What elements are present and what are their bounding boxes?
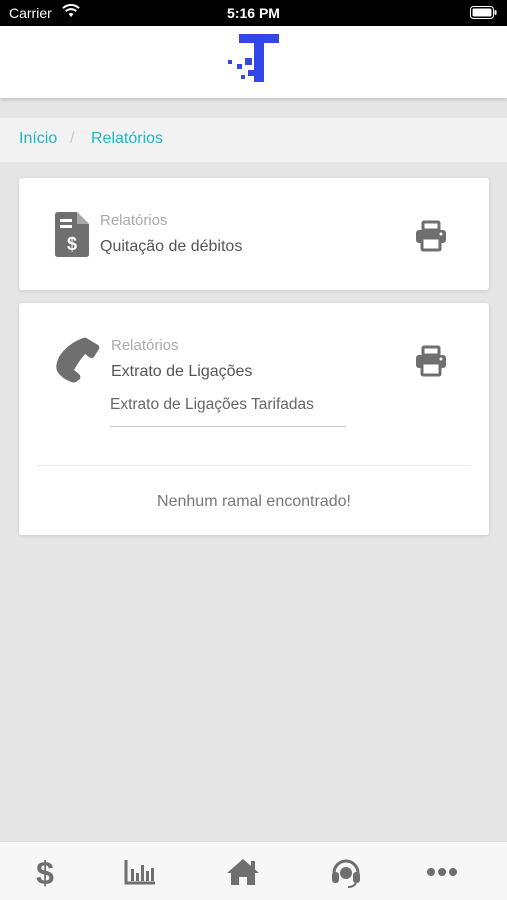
report-type-select[interactable]: Extrato de Ligações Tarifadas: [110, 393, 346, 427]
app-header: [0, 26, 507, 98]
status-bar: Carrier 5:16 PM: [0, 0, 507, 26]
svg-text:$: $: [36, 855, 54, 889]
phone-icon: [55, 337, 101, 388]
breadcrumb-separator: /: [70, 130, 75, 147]
empty-state-message: Nenhum ramal encontrado!: [157, 493, 351, 510]
tab-financeiro[interactable]: $: [25, 852, 65, 892]
status-time: 5:16 PM: [227, 5, 280, 21]
print-button[interactable]: [415, 220, 447, 252]
print-icon: [416, 220, 446, 252]
breadcrumb: Início / Relatórios: [0, 118, 507, 162]
breadcrumb-link-relatorios[interactable]: Relatórios: [91, 130, 163, 148]
bar-chart-icon: [124, 860, 155, 885]
more-icon: [427, 868, 457, 876]
breadcrumb-link-inicio[interactable]: Início: [19, 130, 57, 148]
tab-inicio[interactable]: [223, 852, 263, 892]
tab-suporte[interactable]: [326, 852, 366, 892]
dollar-icon: $: [36, 855, 54, 889]
bottom-tab-bar: $: [0, 841, 507, 900]
print-icon: [416, 345, 446, 377]
invoice-dollar-icon: $: [55, 212, 89, 262]
home-icon: [227, 859, 259, 885]
battery-icon: [470, 6, 497, 22]
divider: [37, 465, 471, 466]
svg-text:$: $: [67, 234, 77, 254]
card-title: Extrato de Ligações: [111, 363, 253, 380]
tab-relatorios[interactable]: [120, 852, 160, 892]
print-button[interactable]: [415, 345, 447, 377]
headset-icon: [332, 859, 360, 888]
card-subtitle: Relatórios: [111, 337, 179, 354]
report-card-extrato[interactable]: Relatórios Extrato de Ligações Extrato d…: [19, 303, 489, 535]
t-logo-icon: [225, 30, 283, 91]
tab-mais[interactable]: [422, 852, 462, 892]
report-card-quitacao[interactable]: $ Relatórios Quitação de débitos: [19, 178, 489, 290]
card-title: Quitação de débitos: [100, 238, 243, 255]
card-subtitle: Relatórios: [100, 212, 168, 229]
